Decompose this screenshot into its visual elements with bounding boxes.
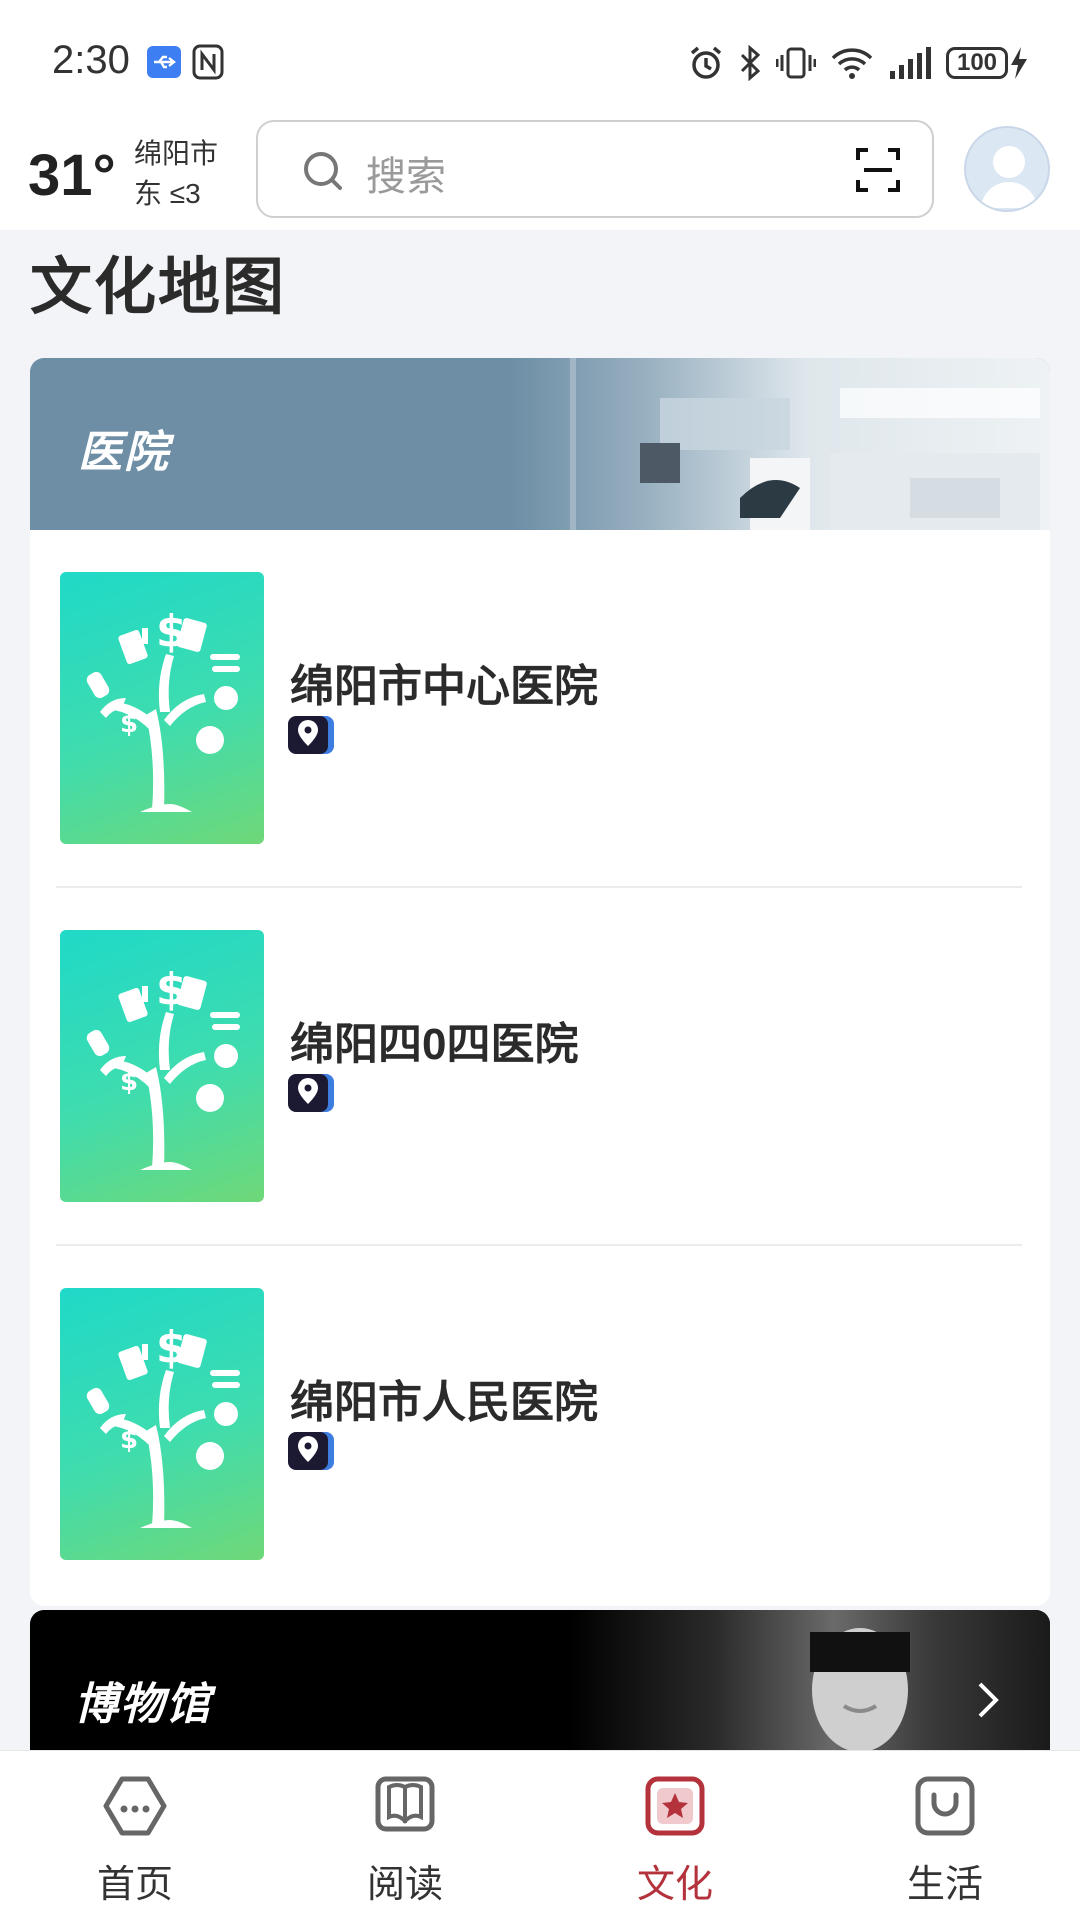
nav-label: 首页	[96, 1864, 173, 1906]
svg-text:$: $	[156, 1322, 187, 1373]
top-header: 31° 绵阳市 东 ≤3 搜索	[0, 120, 1080, 230]
location-pin-icon[interactable]	[288, 1074, 334, 1112]
museum-section-title: 博物馆	[74, 1680, 212, 1729]
hospital-name: 绵阳市中心医院	[290, 662, 598, 711]
vibrate-icon	[776, 47, 816, 79]
svg-text:$: $	[156, 606, 187, 657]
list-item[interactable]: $ $ 绵阳四0四医院	[30, 888, 1050, 1246]
signal-icon	[890, 47, 931, 79]
weather-city: 绵阳市	[134, 138, 219, 169]
location-pin-icon[interactable]	[288, 1432, 334, 1470]
nav-item-life[interactable]: 生活	[865, 1773, 1025, 1906]
star-icon	[645, 1776, 705, 1836]
svg-text:$: $	[120, 1067, 138, 1097]
home-icon	[103, 1776, 167, 1836]
charging-icon	[1011, 47, 1027, 79]
location-pin-icon[interactable]	[288, 716, 334, 754]
battery-level: 100	[946, 47, 1008, 79]
hospital-name: 绵阳市人民医院	[290, 1378, 598, 1427]
alarm-icon	[690, 46, 722, 79]
scan-icon[interactable]	[854, 146, 902, 199]
hospital-banner-image	[510, 358, 1050, 530]
search-placeholder: 搜索	[366, 155, 446, 199]
nfc-icon	[192, 44, 224, 80]
nav-item-culture[interactable]: 文化	[595, 1773, 755, 1906]
page-title: 文化地图	[30, 253, 287, 322]
svg-text:$: $	[120, 1425, 138, 1455]
tree-logo-image: $ $	[60, 572, 264, 844]
battery-indicator: 100	[946, 45, 1030, 81]
usb-icon	[147, 46, 181, 78]
weather-temperature[interactable]: 31°	[28, 142, 116, 209]
bag-icon	[915, 1776, 975, 1836]
bottom-nav: 首页 阅读 文化 生活	[0, 1750, 1080, 1921]
bluetooth-icon	[740, 45, 761, 81]
nav-item-home[interactable]: 首页	[55, 1773, 215, 1906]
hospital-name: 绵阳四0四医院	[290, 1020, 579, 1069]
list-item[interactable]: $ $ 绵阳市人民医院	[30, 1246, 1050, 1604]
weather-wind: 东 ≤3	[134, 178, 201, 209]
status-bar: 2:30 100	[0, 0, 1080, 120]
nav-label: 文化	[636, 1864, 713, 1906]
list-item[interactable]: $ $ 绵阳市中心医院	[30, 530, 1050, 888]
hospital-section-title: 医院	[78, 428, 170, 477]
status-icons: 100	[688, 40, 1030, 86]
hospital-card: 医院 $ $ 绵阳市中心医院 $ $ 绵阳四0四医院 $ $ 绵阳市人民医院	[30, 358, 1050, 1606]
weather-location[interactable]: 绵阳市 东 ≤3	[134, 134, 218, 214]
nav-label: 阅读	[366, 1864, 443, 1906]
hospital-banner[interactable]: 医院	[30, 358, 1050, 530]
nav-label: 生活	[906, 1864, 983, 1906]
tree-logo-image: $ $	[60, 930, 264, 1202]
search-icon	[302, 150, 344, 197]
svg-text:$: $	[120, 709, 138, 739]
status-time: 2:30	[52, 38, 130, 82]
svg-text:$: $	[156, 964, 187, 1015]
tree-logo-image: $ $	[60, 1288, 264, 1560]
avatar[interactable]	[964, 126, 1050, 212]
book-icon	[375, 1776, 435, 1832]
nav-item-read[interactable]: 阅读	[325, 1773, 485, 1906]
chevron-right-icon[interactable]	[976, 1680, 1000, 1725]
wifi-icon	[831, 48, 873, 79]
search-input[interactable]: 搜索	[256, 120, 934, 218]
